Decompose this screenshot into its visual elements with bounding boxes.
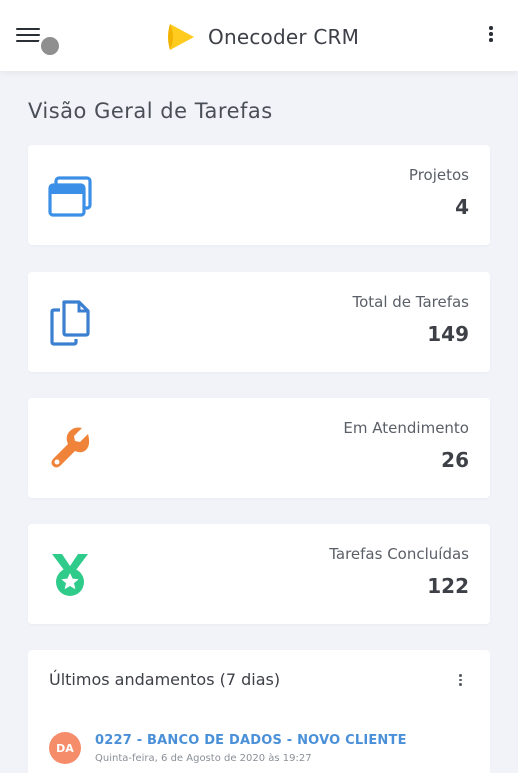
kebab-dot <box>489 26 493 30</box>
status-dot <box>38 34 62 58</box>
activity-item-date: Quinta-feira, 6 de Agosto de 2020 às 19:… <box>95 753 312 764</box>
activity-title: Últimos andamentos (7 dias) <box>49 670 281 689</box>
kebab-menu-icon[interactable] <box>484 24 498 46</box>
stat-label: Total de Tarefas <box>352 293 469 311</box>
stat-value: 4 <box>455 195 469 219</box>
medal-icon <box>52 554 88 596</box>
page-title: Visão Geral de Tarefas <box>28 99 273 123</box>
hamburger-menu-icon[interactable] <box>16 27 40 45</box>
kebab-dot <box>489 32 493 36</box>
stat-card-em-atendimento[interactable]: Em Atendimento 26 <box>28 398 490 498</box>
kebab-dot <box>459 674 462 677</box>
wrench-icon <box>51 427 90 468</box>
stat-value: 122 <box>427 574 469 598</box>
hamburger-line <box>16 34 40 36</box>
kebab-dot <box>489 38 493 42</box>
brand[interactable]: Onecoder CRM <box>164 20 359 54</box>
stat-value: 26 <box>441 448 469 472</box>
brand-logo-icon <box>168 24 194 50</box>
activity-kebab-menu-icon[interactable] <box>456 672 466 688</box>
stat-card-tarefas-concluidas[interactable]: Tarefas Concluídas 122 <box>28 524 490 624</box>
kebab-dot <box>459 678 462 681</box>
stat-card-projetos[interactable]: Projetos 4 <box>28 145 490 245</box>
stat-label: Em Atendimento <box>343 419 469 437</box>
app-name: Onecoder CRM <box>208 25 360 49</box>
stat-value: 149 <box>427 322 469 346</box>
avatar: DA <box>49 732 81 764</box>
hamburger-line <box>16 40 40 42</box>
kebab-dot <box>459 683 462 686</box>
windows-icon <box>48 176 92 217</box>
stat-label: Tarefas Concluídas <box>329 545 469 563</box>
hamburger-line <box>16 28 40 30</box>
copy-icon <box>50 300 90 346</box>
recent-activity-panel: Últimos andamentos (7 dias) DA 0227 - BA… <box>28 650 490 773</box>
stat-card-total-tarefas[interactable]: Total de Tarefas 149 <box>28 272 490 372</box>
activity-item-title[interactable]: 0227 - BANCO DE DADOS - NOVO CLIENTE <box>95 733 407 748</box>
stat-label: Projetos <box>408 166 469 184</box>
top-app-bar: Onecoder CRM <box>0 0 518 71</box>
